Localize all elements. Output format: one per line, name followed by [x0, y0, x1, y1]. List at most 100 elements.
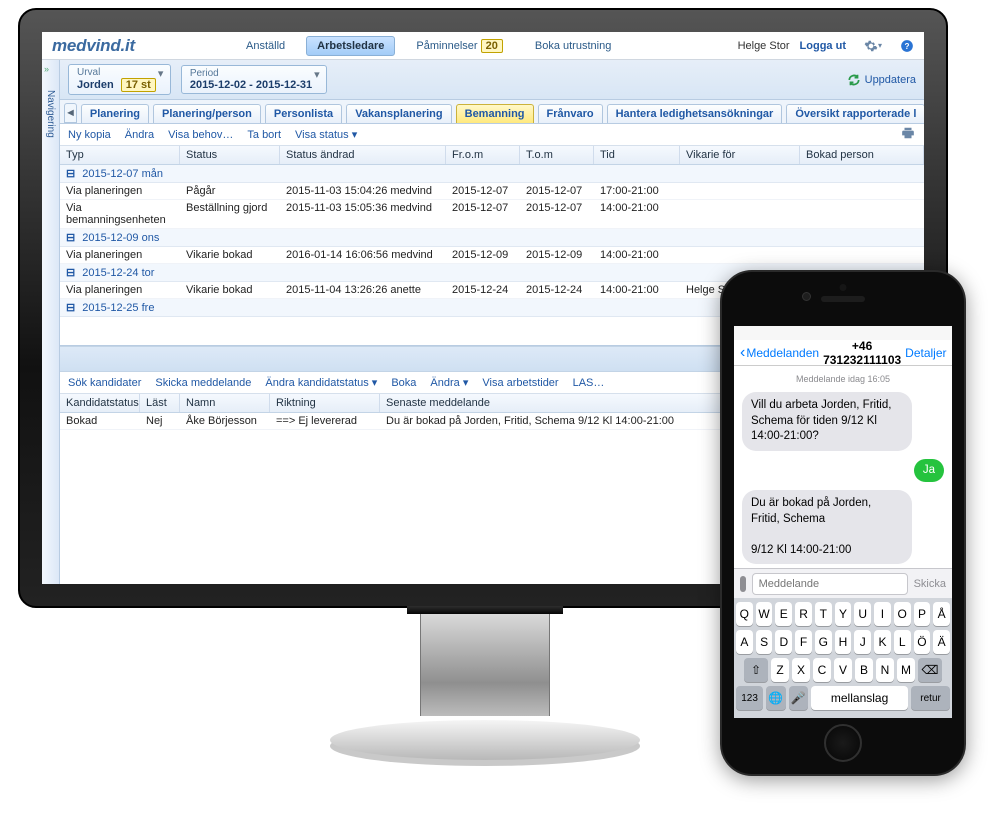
topnav-paminnelser[interactable]: Påminnelser 20 — [405, 35, 513, 57]
print-icon[interactable] — [900, 126, 916, 143]
key-t[interactable]: T — [815, 602, 832, 626]
key-j[interactable]: J — [854, 630, 871, 654]
lcol-kstat[interactable]: Kandidatstatus — [60, 394, 140, 412]
urval-selector[interactable]: Urval Jorden 17 st ▾ — [68, 64, 171, 95]
key-u[interactable]: U — [854, 602, 871, 626]
incoming-message: Du är bokad på Jorden, Fritid, Schema 9/… — [742, 490, 912, 564]
lcol-last[interactable]: Läst — [140, 394, 180, 412]
key-123[interactable]: 123 — [736, 686, 763, 710]
selection-bar: Urval Jorden 17 st ▾ Period 2015-12-02 -… — [60, 60, 924, 100]
tab-franvaro[interactable]: Frånvaro — [538, 104, 603, 123]
toolbar-visastatus[interactable]: Visa status ▾ — [295, 128, 357, 141]
key-v[interactable]: V — [834, 658, 852, 682]
key-shift[interactable]: ⇧ — [744, 658, 768, 682]
key-globe-icon[interactable]: 🌐 — [766, 686, 785, 710]
group-row[interactable]: ⊟ 2015-12-09 ons — [60, 229, 924, 247]
topnav-anstalld[interactable]: Anställd — [235, 36, 296, 56]
settings-gear-icon[interactable]: ▾ — [864, 39, 882, 53]
toolbar-andra[interactable]: Ändra — [125, 129, 154, 141]
back-button[interactable]: ‹Meddelanden — [740, 344, 819, 362]
table-row[interactable]: Via planeringenPågår2015-11-03 15:04:26 … — [60, 183, 924, 200]
key-o[interactable]: O — [894, 602, 911, 626]
col-tom[interactable]: T.o.m — [520, 146, 594, 164]
lt-visa-arbtid[interactable]: Visa arbetstider — [482, 377, 558, 389]
key-n[interactable]: N — [876, 658, 894, 682]
tab-oversikt[interactable]: Översikt rapporterade l — [786, 104, 924, 123]
group-row[interactable]: ⊟ 2015-12-07 mån — [60, 165, 924, 183]
lt-las[interactable]: LAS… — [573, 377, 605, 389]
tab-planering-person[interactable]: Planering/person — [153, 104, 261, 123]
col-from[interactable]: Fr.o.m — [446, 146, 520, 164]
lt-andra[interactable]: Ändra ▾ — [430, 376, 468, 389]
grid-toolbar: Ny kopia Ändra Visa behov… Ta bort Visa … — [60, 124, 924, 146]
key-h[interactable]: H — [835, 630, 852, 654]
update-button[interactable]: Uppdatera — [847, 73, 916, 87]
key-r[interactable]: R — [795, 602, 812, 626]
table-row[interactable]: Via planeringenVikarie bokad2016-01-14 1… — [60, 247, 924, 264]
col-vikarie[interactable]: Vikarie för — [680, 146, 800, 164]
tab-personlista[interactable]: Personlista — [265, 104, 342, 123]
key-q[interactable]: Q — [736, 602, 753, 626]
tab-planering[interactable]: Planering — [81, 104, 149, 123]
key-å[interactable]: Å — [933, 602, 950, 626]
side-navigator-tab[interactable]: » Navigering — [42, 60, 60, 584]
col-typ[interactable]: Typ — [60, 146, 180, 164]
details-button[interactable]: Detaljer — [905, 346, 946, 360]
key-space[interactable]: mellanslag — [811, 686, 908, 710]
key-z[interactable]: Z — [771, 658, 789, 682]
compose-bar: Skicka — [734, 568, 952, 598]
key-l[interactable]: L — [894, 630, 911, 654]
col-bokad[interactable]: Bokad person — [800, 146, 924, 164]
key-g[interactable]: G — [815, 630, 832, 654]
key-mic-icon[interactable]: 🎤 — [789, 686, 808, 710]
key-x[interactable]: X — [792, 658, 810, 682]
toolbar-tabort[interactable]: Ta bort — [247, 129, 281, 141]
key-w[interactable]: W — [756, 602, 773, 626]
home-button[interactable] — [824, 724, 862, 762]
lcol-namn[interactable]: Namn — [180, 394, 270, 412]
key-d[interactable]: D — [775, 630, 792, 654]
col-tid[interactable]: Tid — [594, 146, 680, 164]
key-s[interactable]: S — [756, 630, 773, 654]
col-andrad[interactable]: Status ändrad — [280, 146, 446, 164]
period-selector[interactable]: Period 2015-12-02 - 2015-12-31 ▾ — [181, 65, 327, 94]
toolbar-visabehov[interactable]: Visa behov… — [168, 129, 233, 141]
lt-skicka[interactable]: Skicka meddelande — [155, 377, 251, 389]
send-button[interactable]: Skicka — [914, 578, 946, 590]
key-k[interactable]: K — [874, 630, 891, 654]
tab-scroll-left[interactable]: ◄ — [64, 103, 77, 123]
key-y[interactable]: Y — [835, 602, 852, 626]
lt-andra-kstat[interactable]: Ändra kandidatstatus ▾ — [265, 376, 377, 389]
key-return[interactable]: retur — [911, 686, 950, 710]
key-backspace[interactable]: ⌫ — [918, 658, 942, 682]
key-f[interactable]: F — [795, 630, 812, 654]
key-c[interactable]: C — [813, 658, 831, 682]
message-input[interactable] — [752, 573, 908, 595]
chat-area[interactable]: Meddelande idag 16:05 Vill du arbeta Jor… — [734, 366, 952, 568]
lt-boka[interactable]: Boka — [391, 377, 416, 389]
toolbar-nykopia[interactable]: Ny kopia — [68, 129, 111, 141]
tab-vakansplanering[interactable]: Vakansplanering — [346, 104, 451, 123]
top-bar: medvind.it Anställd Arbetsledare Påminne… — [42, 32, 924, 60]
key-ö[interactable]: Ö — [914, 630, 931, 654]
lcol-rikt[interactable]: Riktning — [270, 394, 380, 412]
key-i[interactable]: I — [874, 602, 891, 626]
key-e[interactable]: E — [775, 602, 792, 626]
key-ä[interactable]: Ä — [933, 630, 950, 654]
lt-sok[interactable]: Sök kandidater — [68, 377, 141, 389]
camera-icon[interactable] — [740, 576, 746, 592]
key-b[interactable]: B — [855, 658, 873, 682]
topnav-arbetsledare[interactable]: Arbetsledare — [306, 36, 395, 56]
topnav-boka[interactable]: Boka utrustning — [524, 36, 622, 56]
key-p[interactable]: P — [914, 602, 931, 626]
key-a[interactable]: A — [736, 630, 753, 654]
tab-bemanning[interactable]: Bemanning — [456, 104, 534, 123]
key-m[interactable]: M — [897, 658, 915, 682]
col-status[interactable]: Status — [180, 146, 280, 164]
current-user: Helge Stor — [738, 40, 790, 52]
logout-link[interactable]: Logga ut — [800, 40, 846, 52]
help-icon[interactable]: ? — [900, 39, 914, 53]
reminder-count-badge: 20 — [481, 39, 503, 53]
tab-ledighet[interactable]: Hantera ledighetsansökningar — [607, 104, 783, 123]
table-row[interactable]: Via bemanningsenhetenBeställning gjord20… — [60, 200, 924, 229]
